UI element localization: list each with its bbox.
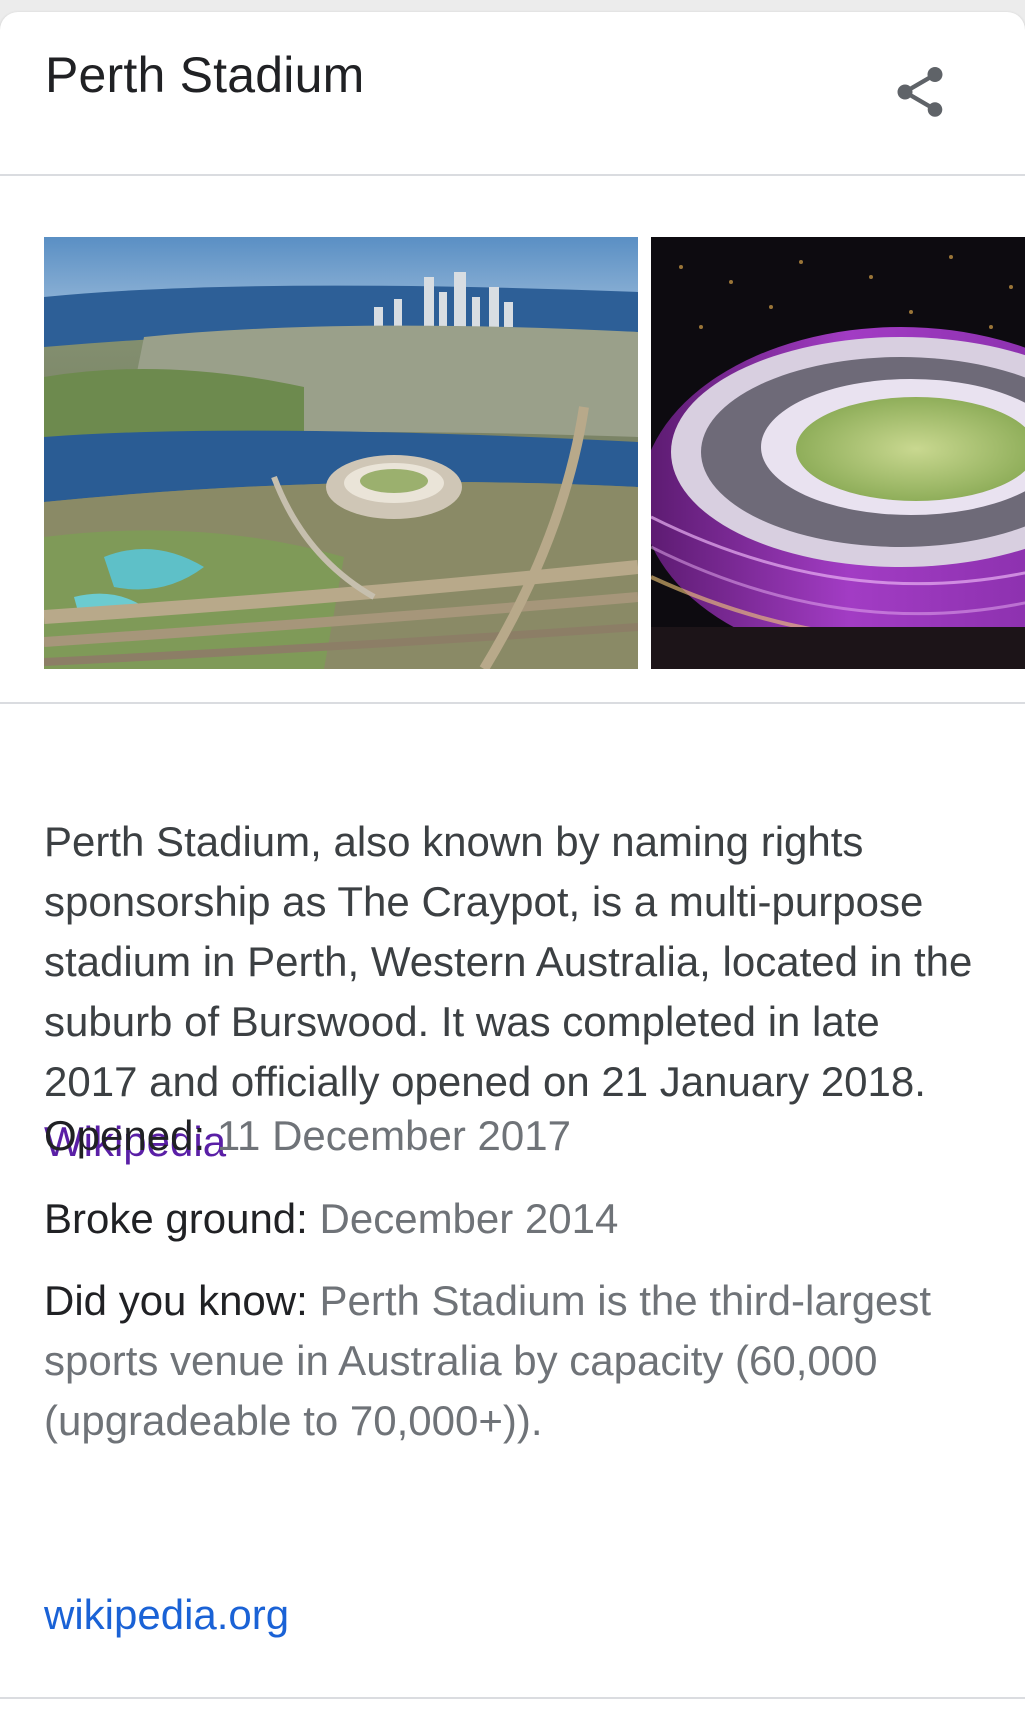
knowledge-panel-card: Perth Stadium Perth Stadium, also known … <box>0 12 1025 1711</box>
did-you-know-source-link[interactable]: wikipedia.org <box>44 1585 289 1645</box>
panel-title: Perth Stadium <box>45 47 365 103</box>
fact-label[interactable]: Broke ground: <box>44 1195 308 1242</box>
share-button[interactable] <box>880 52 960 132</box>
fact-label: Did you know: <box>44 1277 308 1324</box>
image-carousel[interactable] <box>0 225 1025 670</box>
fact-value: December 2014 <box>319 1195 619 1242</box>
description-text: Perth Stadium, also known by naming righ… <box>44 818 973 1105</box>
stadium-aerial-image[interactable] <box>44 237 638 669</box>
fact-broke-ground: Broke ground: December 2014 <box>44 1189 984 1249</box>
fact-did-you-know: Did you know: Perth Stadium is the third… <box>44 1271 984 1451</box>
fact-value: 11 December 2017 <box>216 1112 571 1159</box>
share-icon <box>897 67 943 117</box>
images-divider <box>0 702 1025 704</box>
bottom-divider <box>0 1697 1025 1699</box>
fact-opened: Opened: 11 December 2017 <box>44 1106 984 1166</box>
stadium-night-image[interactable] <box>651 237 1025 669</box>
fact-label[interactable]: Opened: <box>44 1112 205 1159</box>
header-divider <box>0 174 1025 176</box>
panel-header: Perth Stadium <box>0 12 1025 172</box>
